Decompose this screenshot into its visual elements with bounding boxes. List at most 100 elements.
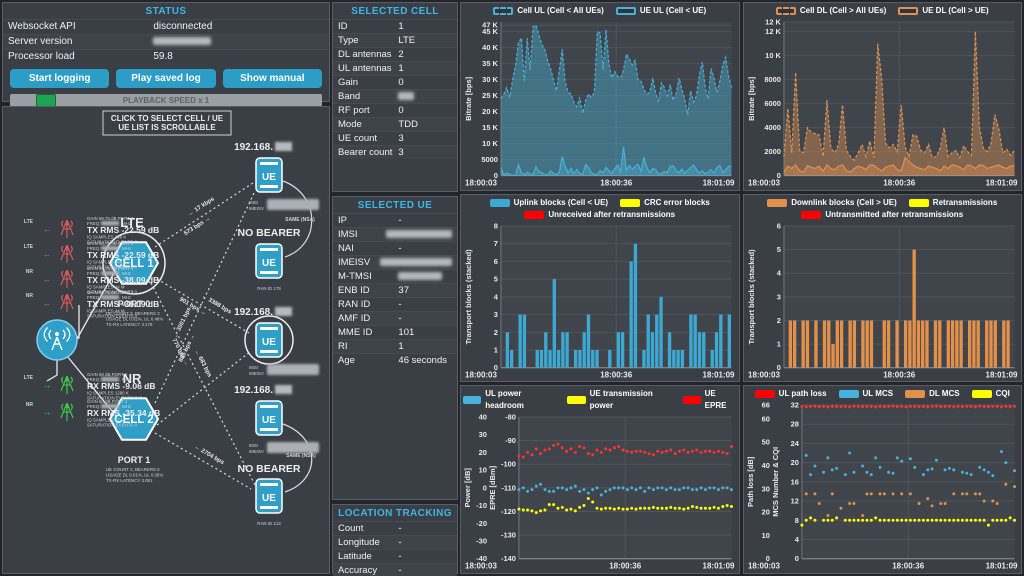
selected-cell-rows: ID1TypeLTEDL antennas2UL antennas1Gain0B… bbox=[333, 19, 457, 159]
y-tick: 66 bbox=[761, 401, 769, 410]
legend-item[interactable]: Uplink blocks (Cell < UE) bbox=[490, 197, 608, 209]
x-tick: 18:01:09 bbox=[703, 370, 735, 379]
rat-tag: LTE bbox=[24, 375, 34, 381]
legend-item[interactable]: UL MCS bbox=[839, 388, 894, 400]
legend-swatch-icon bbox=[909, 199, 929, 207]
network-diagram: CLICK TO SELECT CELL / UEUE LIST IS SCRO… bbox=[3, 107, 329, 573]
legend-item[interactable]: Downlink blocks (Cell > UE) bbox=[767, 197, 897, 209]
data-point bbox=[652, 488, 655, 491]
data-point bbox=[835, 405, 838, 408]
data-point bbox=[565, 488, 568, 491]
cell-info-line: UE COUNT 2, BEARERS 0 bbox=[106, 467, 160, 472]
bar bbox=[574, 350, 577, 368]
data-point bbox=[630, 487, 633, 490]
data-point bbox=[839, 507, 842, 510]
legend-label: CRC error blocks bbox=[644, 197, 710, 209]
legend-item[interactable]: UE UL (Cell < UE) bbox=[616, 5, 706, 17]
data-point bbox=[956, 405, 959, 408]
data-point bbox=[878, 466, 881, 469]
ue-node-5[interactable]: UERAN ID 213 bbox=[256, 479, 282, 526]
y-axis-label: Path loss [dB] bbox=[746, 457, 755, 508]
data-point bbox=[569, 508, 572, 511]
legend-item[interactable]: UL path loss bbox=[755, 388, 827, 400]
field-label: DL antennas bbox=[338, 48, 398, 61]
legend-swatch-icon bbox=[776, 7, 796, 15]
data-point bbox=[695, 488, 698, 491]
data-point bbox=[682, 487, 685, 490]
legend-item[interactable]: UL power headroom bbox=[463, 388, 555, 412]
legend-item[interactable]: CRC error blocks bbox=[620, 197, 710, 209]
data-point bbox=[921, 519, 924, 522]
bar bbox=[1006, 320, 1009, 367]
ue-label: UE bbox=[262, 172, 276, 183]
ue-node-2[interactable]: UERAN ID 179 bbox=[256, 244, 282, 291]
info-row: RI1 bbox=[333, 339, 457, 353]
data-point bbox=[908, 458, 911, 461]
legend-item[interactable]: Unreceived after retransmissions bbox=[524, 209, 675, 221]
bar bbox=[659, 297, 662, 368]
info-row: Count- bbox=[333, 521, 457, 535]
data-point bbox=[965, 493, 968, 496]
bar bbox=[950, 320, 953, 367]
bar bbox=[895, 320, 898, 367]
data-point bbox=[561, 506, 564, 509]
data-point bbox=[678, 507, 681, 510]
legend-item[interactable]: UE DL (Cell > UE) bbox=[898, 5, 988, 17]
data-point bbox=[960, 405, 963, 408]
data-point bbox=[965, 519, 968, 522]
location-tracking-title: LOCATION TRACKING bbox=[333, 505, 457, 521]
field-label: RI bbox=[338, 340, 398, 353]
y-tick: 40 bbox=[761, 461, 769, 470]
data-point bbox=[630, 507, 633, 510]
ue-node-4[interactable]: UE192.168.IMSIIMEISV bbox=[234, 385, 319, 454]
legend-item[interactable]: Untransmitted after retransmissions bbox=[801, 209, 963, 221]
bar bbox=[972, 320, 975, 367]
data-point bbox=[661, 451, 664, 454]
data-point bbox=[965, 405, 968, 408]
charts-grid: Cell UL (Cell < All UEs) UE UL (Cell < UE… bbox=[460, 2, 1022, 574]
antenna-icon bbox=[61, 294, 73, 312]
y-tick: 2000 bbox=[764, 147, 781, 156]
data-point bbox=[943, 502, 946, 505]
legend-item[interactable]: UE EPRE bbox=[683, 388, 737, 412]
chart-legend: Downlink blocks (Cell > UE) Retransmissio… bbox=[746, 197, 1020, 209]
data-point bbox=[830, 493, 833, 496]
bar bbox=[921, 320, 924, 367]
data-point bbox=[522, 509, 525, 512]
legend-item[interactable]: Retransmissions bbox=[909, 197, 997, 209]
bar bbox=[792, 320, 795, 367]
data-point bbox=[882, 493, 885, 496]
legend-item[interactable]: UE transmission power bbox=[567, 388, 670, 412]
play-saved-log-button[interactable]: Play saved log bbox=[116, 69, 215, 88]
y-tick: 2 bbox=[494, 327, 498, 336]
y-tick: 0 bbox=[794, 555, 798, 564]
data-point bbox=[835, 467, 838, 470]
y-tick: 10 K bbox=[765, 51, 781, 60]
legend-item[interactable]: DL MCS bbox=[905, 388, 960, 400]
cell-info-line: TX-RX LATENCY 3.178 bbox=[106, 322, 153, 327]
ue-node-1[interactable]: UE192.168.IMSIIMEISV bbox=[234, 142, 319, 211]
chart-ul-bitrate: 0500010 K15 K20 K25 K30 K35 K40 K45 K47 … bbox=[463, 17, 737, 189]
x-tick: 18:01:09 bbox=[703, 179, 735, 188]
legend-item[interactable]: CQI bbox=[972, 388, 1010, 400]
data-point bbox=[708, 487, 711, 490]
legend-item[interactable]: Cell DL (Cell > All UEs) bbox=[776, 5, 886, 17]
data-point bbox=[548, 504, 551, 507]
data-point bbox=[908, 519, 911, 522]
data-point bbox=[1008, 517, 1011, 520]
base-station-node[interactable] bbox=[37, 320, 77, 360]
data-point bbox=[960, 471, 963, 474]
data-point bbox=[717, 450, 720, 453]
show-manual-button[interactable]: Show manual bbox=[223, 69, 322, 88]
cell-info-line: USAGE DL 0.01%, UL 0.05% bbox=[106, 473, 163, 478]
start-logging-button[interactable]: Start logging bbox=[10, 69, 109, 88]
y-tick: 5 bbox=[494, 274, 498, 283]
y-tick: 4 bbox=[794, 535, 799, 544]
legend-item[interactable]: Cell UL (Cell < All UEs) bbox=[493, 5, 603, 17]
y-tick: 8 bbox=[494, 221, 498, 230]
ue-node-3[interactable]: UE192.168.IMSIIMEISV bbox=[234, 307, 319, 376]
field-label: UL antennas bbox=[338, 62, 398, 75]
data-point bbox=[726, 487, 729, 490]
y-tick: 3 bbox=[776, 292, 780, 301]
redacted-ip bbox=[275, 307, 292, 316]
